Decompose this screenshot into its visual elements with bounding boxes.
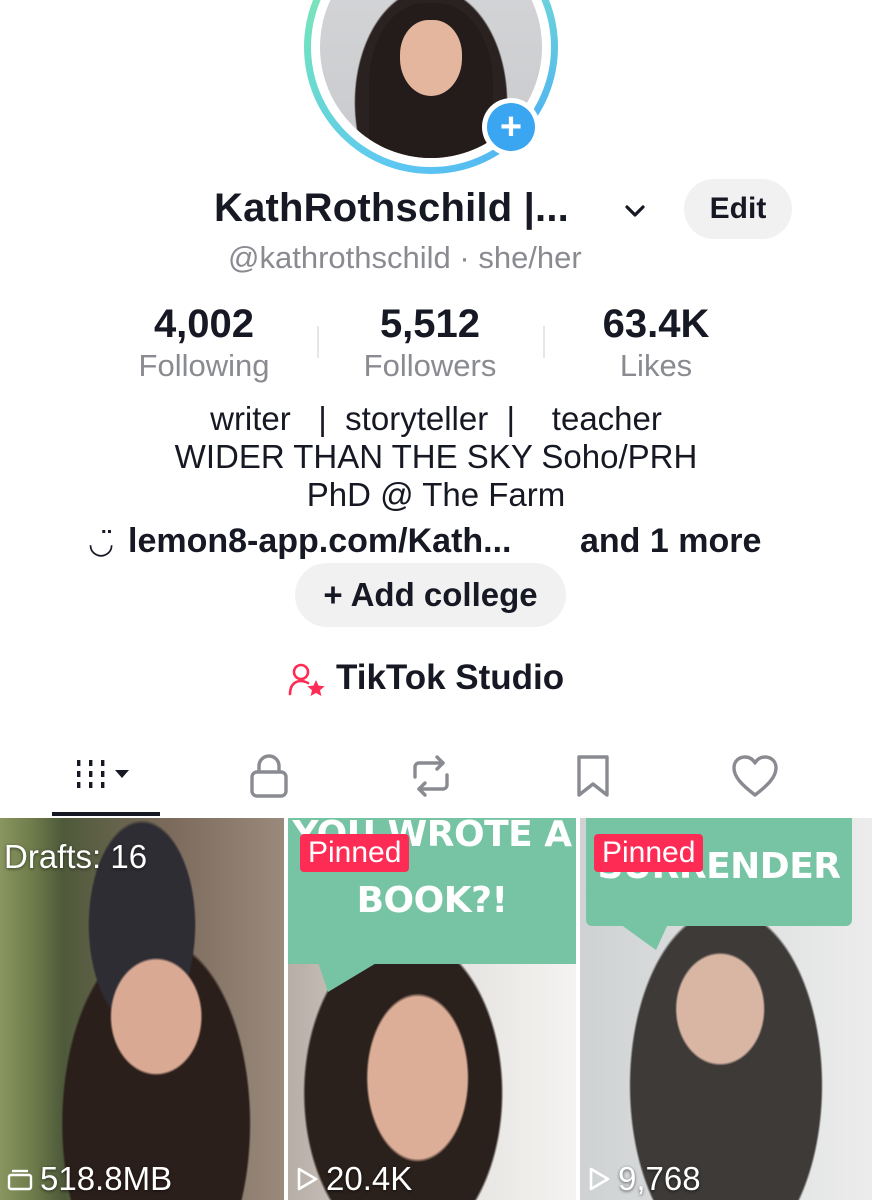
plus-icon: + — [487, 103, 535, 151]
tab-favorites[interactable] — [538, 746, 648, 806]
tiktok-studio-link[interactable]: TikTok Studio — [0, 658, 872, 702]
bio: writer | storyteller | teacher WIDER THA… — [0, 400, 872, 514]
bio-link-row[interactable]: ◡̈ lemon8-app.com/Kath... and 1 more — [0, 522, 872, 564]
pinned-badge: Pinned — [300, 834, 410, 872]
separator-dot: · — [459, 240, 470, 275]
bio-link[interactable]: lemon8-app.com/Kath... — [128, 522, 512, 561]
chevron-down-icon[interactable] — [620, 196, 650, 226]
profile-avatar[interactable]: + — [304, 0, 558, 174]
bio-line: writer | storyteller | teacher — [210, 400, 662, 437]
studio-label: TikTok Studio — [336, 658, 565, 697]
display-name: KathRothschild |... — [214, 186, 569, 230]
divider — [317, 326, 319, 358]
more-links[interactable]: and 1 more — [580, 522, 761, 561]
video-grid: Drafts: 16 518.8MB YOU WROTE A BOOK?! Pi… — [0, 818, 872, 1200]
speech-tail — [620, 924, 668, 950]
repost-icon — [413, 755, 449, 797]
tab-videos[interactable] — [52, 746, 162, 806]
profile-tabs — [0, 746, 872, 818]
drafts-tile[interactable]: Drafts: 16 518.8MB — [0, 818, 284, 1200]
tab-reposts[interactable] — [376, 746, 486, 806]
stat-followers[interactable]: 5,512 Followers — [330, 302, 530, 384]
drafts-count: Drafts: 16 — [4, 838, 148, 875]
tab-private[interactable] — [214, 746, 324, 806]
pinned-badge: Pinned — [594, 834, 704, 872]
stat-following[interactable]: 4,002 Following — [104, 302, 304, 384]
active-tab-indicator — [52, 812, 160, 816]
edit-profile-button[interactable]: Edit — [684, 179, 792, 239]
speech-tail — [318, 962, 378, 992]
profile-stats: 4,002 Following 5,512 Followers 63.4K Li… — [0, 302, 872, 384]
play-icon — [589, 1167, 610, 1191]
divider — [543, 326, 545, 358]
video-meta: 20.4K — [294, 1160, 412, 1198]
grid-icon — [77, 760, 129, 788]
add-college-button[interactable]: + Add college — [295, 563, 566, 627]
stat-likes[interactable]: 63.4K Likes — [556, 302, 756, 384]
name-row: KathRothschild |... Edit — [0, 179, 872, 239]
smile-link-icon: ◡̈ — [88, 527, 115, 560]
username: @kathrothschild — [228, 240, 451, 275]
tab-liked[interactable] — [700, 746, 810, 806]
creator-studio-icon — [288, 663, 325, 696]
video-tile[interactable]: SURRENDER Pinned 9,768 — [580, 818, 872, 1200]
bio-line: WIDER THAN THE SKY Soho/PRH — [174, 438, 698, 475]
video-meta: 9,768 — [586, 1160, 701, 1198]
video-tile[interactable]: YOU WROTE A BOOK?! Pinned 20.4K — [288, 818, 576, 1200]
lock-icon — [250, 754, 288, 798]
video-meta: 518.8MB — [6, 1160, 172, 1198]
storage-icon — [7, 1169, 33, 1191]
play-icon — [297, 1167, 318, 1191]
add-story-button[interactable]: + — [482, 98, 540, 156]
bookmark-icon — [577, 755, 609, 797]
bio-line: PhD @ The Farm — [306, 476, 566, 513]
pronouns: she/her — [478, 240, 582, 275]
heart-icon — [732, 755, 778, 797]
